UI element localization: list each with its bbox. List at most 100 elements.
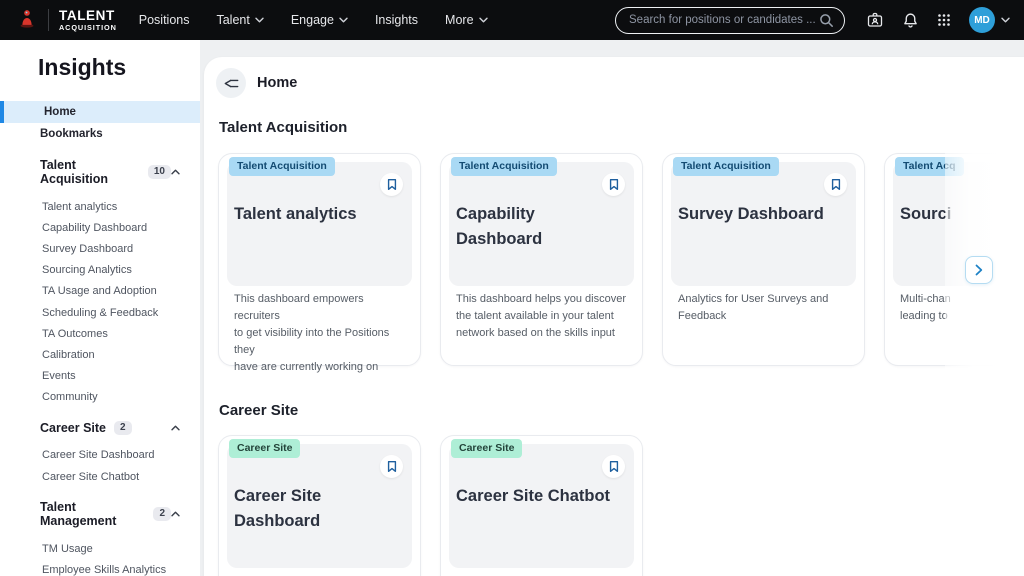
card-title: Capability Dashboard xyxy=(456,205,543,248)
nav-label: Insights xyxy=(374,13,419,27)
chevron-down-icon xyxy=(1001,17,1010,23)
candidate-badge-icon[interactable] xyxy=(866,11,884,29)
avatar: MD xyxy=(969,7,995,33)
sidebar-item-events[interactable]: Events xyxy=(0,366,200,387)
sidebar-item-community[interactable]: Community xyxy=(0,387,200,408)
card-category-tag: Career Site xyxy=(229,439,301,458)
card-category-tag: Talent Acquisition xyxy=(673,157,779,176)
card-capability-dashboard[interactable]: Talent Acquisition Capability Dashboard … xyxy=(440,153,643,366)
chevron-down-icon xyxy=(478,17,488,23)
nav-label: More xyxy=(445,13,474,27)
card-description: This dashboard empowers recruiters to ge… xyxy=(234,293,390,374)
bookmark-icon xyxy=(609,179,618,190)
nav-more[interactable]: More xyxy=(445,13,488,27)
sidebar-item-tm-usage[interactable]: TM Usage xyxy=(0,538,200,559)
card-title: Survey Dashboard xyxy=(678,205,824,223)
sidebar-item-capability-dashboard[interactable]: Capability Dashboard xyxy=(0,217,200,238)
bookmark-icon xyxy=(831,179,840,190)
collapse-sidebar-button[interactable] xyxy=(216,68,246,98)
card-title: Career Site Dashboard xyxy=(234,487,322,530)
apps-grid-icon[interactable] xyxy=(937,13,951,27)
content-panel: Home Talent Acquisition Talent Acquisiti… xyxy=(204,57,1024,576)
sidebar-group-talent-acquisition: Talent Acquisition 10 Talent analytics C… xyxy=(0,158,200,408)
nav-talent[interactable]: Talent xyxy=(216,13,264,27)
card-category-tag: Talent Acquisition xyxy=(451,157,557,176)
sidebar-item-ta-outcomes[interactable]: TA Outcomes xyxy=(0,323,200,344)
nav-engage[interactable]: Engage xyxy=(291,13,348,27)
sidebar-item-ta-usage[interactable]: TA Usage and Adoption xyxy=(0,281,200,302)
card-talent-analytics[interactable]: Talent Acquisition Talent analytics This… xyxy=(218,153,421,373)
global-search[interactable] xyxy=(615,6,845,34)
group-count-badge: 2 xyxy=(114,420,132,435)
card-description: This dashboard helps you discover the ta… xyxy=(456,293,626,340)
topbar-actions: MD xyxy=(866,7,1024,33)
card-survey-dashboard[interactable]: Talent Acquisition Survey Dashboard Anal… xyxy=(662,153,865,366)
search-icon xyxy=(820,13,833,27)
topbar: TALENT ACQUISITION Positions Talent Enga… xyxy=(0,0,1024,40)
sidebar-item-career-site-chatbot[interactable]: Career Site Chatbot xyxy=(0,466,200,487)
collapse-sidebar-icon xyxy=(224,79,238,87)
brand-title: TALENT ACQUISITION xyxy=(59,9,117,31)
sidebar-item-survey-dashboard[interactable]: Survey Dashboard xyxy=(0,238,200,259)
group-count-badge: 2 xyxy=(153,507,171,522)
chevron-up-icon xyxy=(171,425,180,431)
notifications-bell-icon[interactable] xyxy=(902,12,919,29)
nav-label: Positions xyxy=(138,13,190,27)
sidebar-item-calibration[interactable]: Calibration xyxy=(0,344,200,365)
insights-sidebar: Insights Home Bookmarks Talent Acquisiti… xyxy=(0,40,200,576)
nav-positions[interactable]: Positions xyxy=(139,13,190,27)
group-label: Talent Management xyxy=(40,500,117,529)
group-header-talent-management[interactable]: Talent Management 2 xyxy=(0,500,200,528)
card-category-tag: Talent Acquisition xyxy=(229,157,335,176)
chevron-down-icon xyxy=(255,17,264,23)
page-title: Home xyxy=(257,75,298,91)
card-title: Talent analytics xyxy=(234,205,357,223)
chevron-right-icon xyxy=(975,264,983,276)
group-header-talent-acquisition[interactable]: Talent Acquisition 10 xyxy=(0,158,200,186)
nav-label: Talent xyxy=(216,13,250,27)
sidebar-item-talent-analytics[interactable]: Talent analytics xyxy=(0,196,200,217)
group-label: Career Site xyxy=(40,420,107,435)
talent-acquisition-cards-row: Talent Acquisition Talent analytics This… xyxy=(218,153,1024,373)
group-header-career-site[interactable]: Career Site 2 xyxy=(0,420,200,435)
chevron-up-icon xyxy=(171,169,180,175)
brand-line2: ACQUISITION xyxy=(59,22,117,32)
app-logo[interactable]: TALENT ACQUISITION xyxy=(0,7,117,34)
bookmark-button[interactable] xyxy=(380,455,403,478)
group-count-badge: 10 xyxy=(147,165,171,179)
search-input[interactable] xyxy=(629,14,819,26)
card-career-site-chatbot[interactable]: Career Site Career Site Chatbot xyxy=(440,435,643,576)
chevron-up-icon xyxy=(171,511,180,517)
sidebar-title: Insights xyxy=(38,54,127,80)
bookmark-icon xyxy=(387,179,396,190)
bookmark-button[interactable] xyxy=(602,455,625,478)
sidebar-item-bookmarks[interactable]: Bookmarks xyxy=(0,123,200,145)
main-content: Home Talent Acquisition Talent Acquisiti… xyxy=(200,40,1024,576)
section-heading-talent-acquisition: Talent Acquisition xyxy=(219,119,348,136)
sidebar-group-career-site: Career Site 2 Career Site Dashboard Care… xyxy=(0,420,200,487)
bookmark-button[interactable] xyxy=(602,173,625,196)
career-site-cards-row: Career Site Career Site Dashboard Career… xyxy=(218,435,643,576)
top-navigation: Positions Talent Engage Insights More xyxy=(139,13,488,27)
bookmark-icon xyxy=(387,461,396,472)
user-menu[interactable]: MD xyxy=(969,7,1010,33)
card-category-tag: Career Site xyxy=(451,439,523,458)
sidebar-nav: Home Bookmarks Talent Acquisition 10 Tal… xyxy=(0,101,200,576)
sidebar-item-career-site-dashboard[interactable]: Career Site Dashboard xyxy=(0,445,200,466)
carousel-next-button[interactable] xyxy=(965,256,993,284)
chevron-down-icon xyxy=(339,17,348,23)
bookmark-icon xyxy=(609,461,618,472)
bookmark-button[interactable] xyxy=(380,173,403,196)
card-description: Analytics for User Surveys and Feedback xyxy=(678,293,829,323)
sidebar-item-employee-skills-analytics[interactable]: Employee Skills Analytics xyxy=(0,559,200,576)
sidebar-item-home[interactable]: Home xyxy=(0,101,200,123)
card-career-site-dashboard[interactable]: Career Site Career Site Dashboard xyxy=(218,435,421,576)
section-heading-career-site: Career Site xyxy=(219,402,299,419)
nav-insights[interactable]: Insights xyxy=(375,13,418,27)
bookmark-button[interactable] xyxy=(824,173,847,196)
sidebar-item-scheduling-feedback[interactable]: Scheduling & Feedback xyxy=(0,302,200,323)
sidebar-item-sourcing-analytics[interactable]: Sourcing Analytics xyxy=(0,260,200,281)
brand-divider xyxy=(48,9,49,31)
group-label: Talent Acquisition xyxy=(40,158,109,186)
brand-line1: TALENT xyxy=(59,8,115,24)
